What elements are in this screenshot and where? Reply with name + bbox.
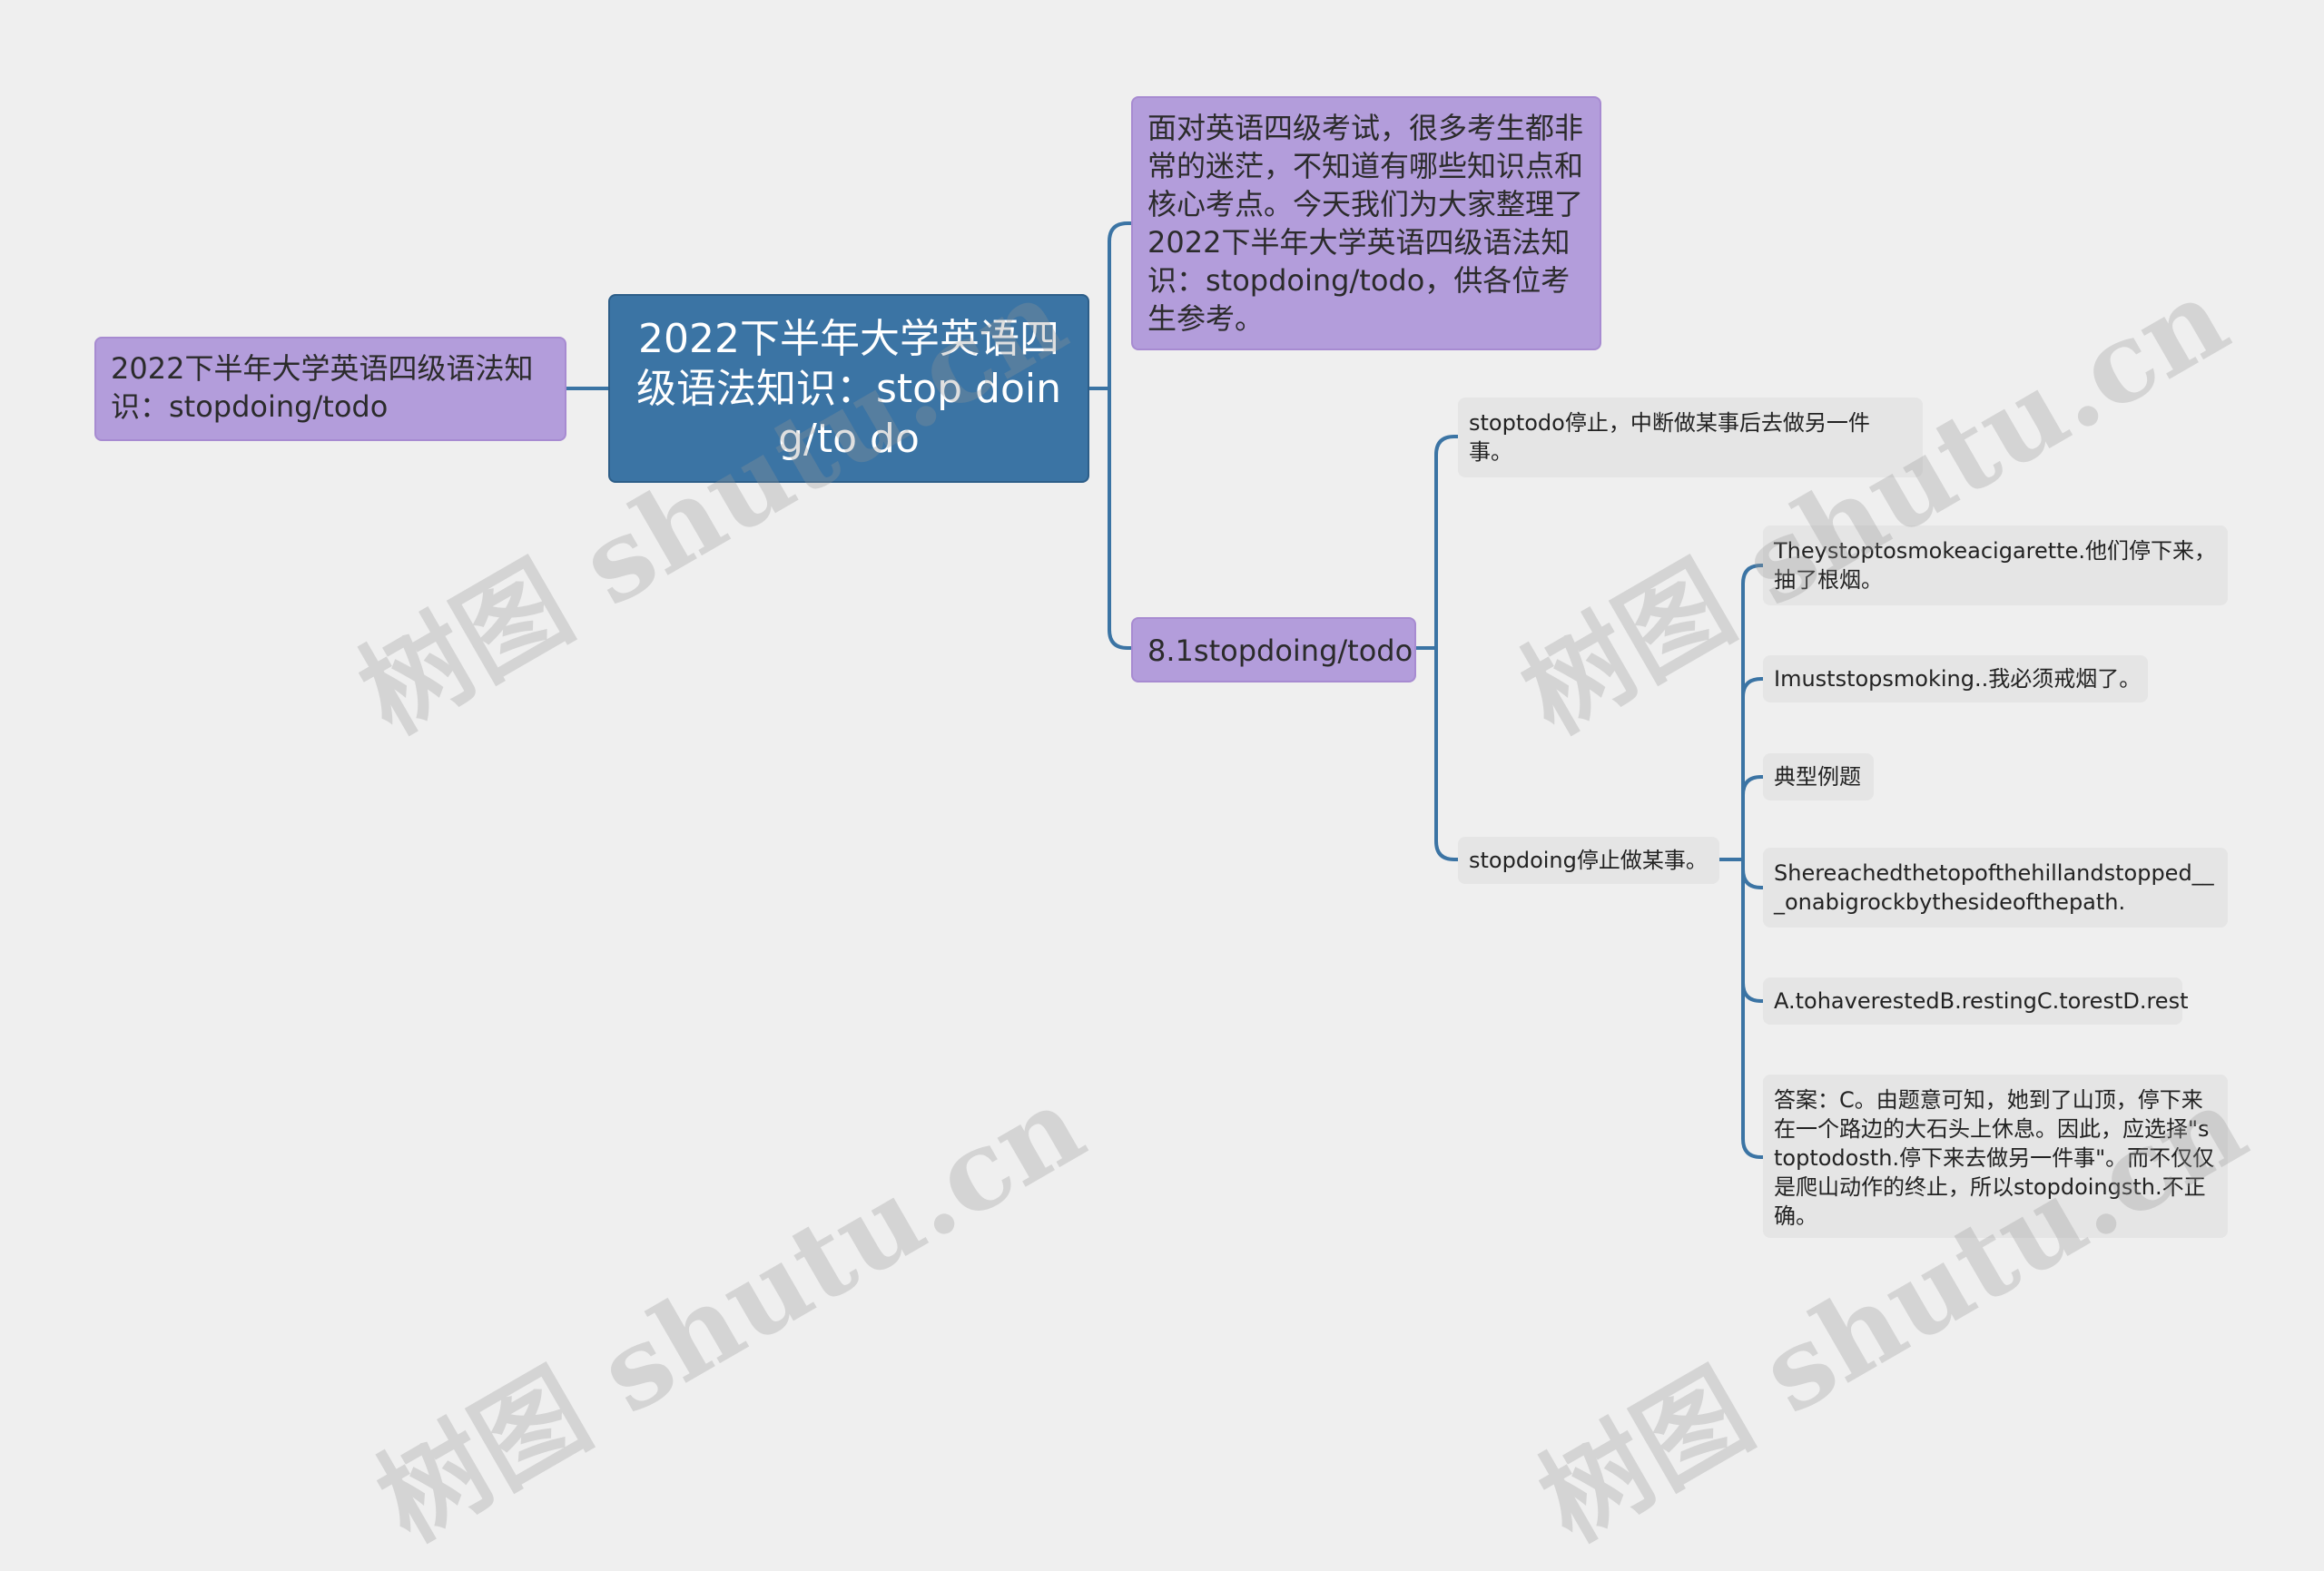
connector-detail-5 <box>1741 859 1763 1159</box>
detail-options[interactable]: A.tohaverestedB.restingC.torestD.rest <box>1763 977 2188 1025</box>
connector-fork-stopdoing <box>1434 648 1458 861</box>
detail-example-1[interactable]: Theystoptosmokeacigarette.他们停下来，抽了根烟。 <box>1763 525 2228 605</box>
connector-detail-2 <box>1741 775 1763 859</box>
connector-fork-stoptodo <box>1434 435 1458 648</box>
detail-answer[interactable]: 答案：C。由题意可知，她到了山顶，停下来在一个路边的大石头上休息。因此，应选择"… <box>1763 1075 2228 1238</box>
central-topic-label: 2022下半年大学英语四级语法知识：stop doing/to do <box>636 315 1061 462</box>
connector-fork-section <box>1108 388 1131 650</box>
connector-detail-1 <box>1741 677 1763 859</box>
detail-question[interactable]: Shereachedthetopofthehillandstopped___on… <box>1763 848 2228 928</box>
detail-example-2[interactable]: Imuststopsmoking..我必须戒烟了。 <box>1763 655 2148 702</box>
connector-detail-3 <box>1741 859 1763 889</box>
stoptodo-node[interactable]: stoptodo停止，中断做某事后去做另一件事。 <box>1458 398 1923 477</box>
intro-node[interactable]: 面对英语四级考试，很多考生都非常的迷茫，不知道有哪些知识点和核心考点。今天我们为… <box>1131 96 1601 350</box>
connector-fork-intro <box>1108 221 1131 388</box>
detail-typical-heading[interactable]: 典型例题 <box>1763 753 1874 800</box>
stopdoing-node[interactable]: stopdoing停止做某事。 <box>1458 837 1719 884</box>
section-node[interactable]: 8.1stopdoing/todo <box>1131 617 1416 682</box>
connector-detail-0 <box>1741 564 1763 859</box>
mindmap-canvas: 2022下半年大学英语四级语法知识：stopdoing/todo 2022下半年… <box>0 0 2324 1566</box>
left-topic-node[interactable]: 2022下半年大学英语四级语法知识：stopdoing/todo <box>94 337 566 441</box>
central-topic-node[interactable]: 2022下半年大学英语四级语法知识：stop doing/to do <box>608 294 1089 483</box>
